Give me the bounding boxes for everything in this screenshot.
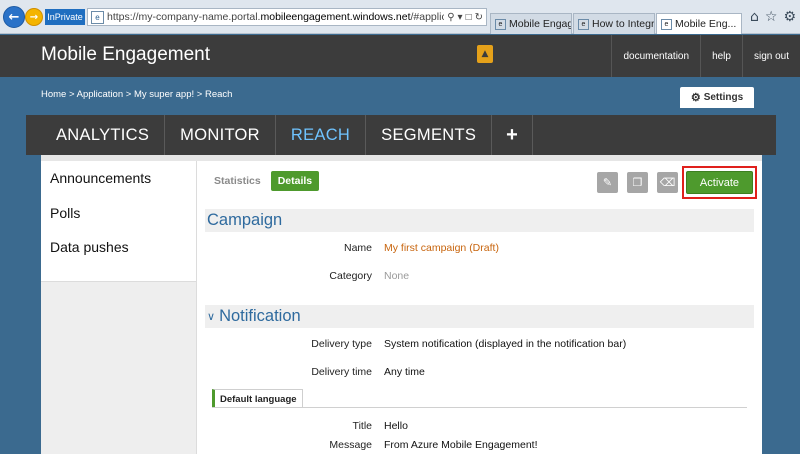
- field-title: Title Hello: [198, 420, 762, 436]
- browser-tab[interactable]: eMobile Engag...: [490, 13, 572, 34]
- sidebar-item-announcements[interactable]: Announcements: [41, 161, 196, 196]
- close-tab-icon[interactable]: ✕: [740, 19, 741, 30]
- tab-details[interactable]: Details: [270, 171, 320, 191]
- sidebar-filler: [41, 282, 197, 454]
- browser-toolbar-icons: ⌂ ☆ ⚙: [750, 9, 796, 25]
- dropdown-icon[interactable]: ▾: [458, 12, 463, 23]
- gear-icon[interactable]: ⚙: [783, 9, 796, 25]
- main-nav: ANALYTICS MONITOR REACH SEGMENTS +: [26, 115, 776, 155]
- notification-section-header[interactable]: ∨ Notification: [205, 305, 754, 328]
- message-value: From Azure Mobile Engagement!: [384, 439, 538, 451]
- gear-icon: ⚙: [690, 92, 701, 104]
- sidebar-item-polls[interactable]: Polls: [41, 196, 196, 231]
- search-icon[interactable]: ⚲: [447, 12, 454, 23]
- refresh-icon[interactable]: ↻: [475, 12, 483, 23]
- forward-button[interactable]: →: [25, 8, 43, 26]
- delivery-time-value: Any time: [384, 366, 425, 378]
- top-links: documentation help sign out: [611, 35, 800, 77]
- tab-default-language[interactable]: Default language: [212, 389, 303, 408]
- category-value: None: [384, 270, 410, 282]
- settings-button[interactable]: ⚙ Settings: [680, 87, 754, 108]
- favorites-star-icon[interactable]: ☆: [765, 9, 778, 25]
- field-delivery-time: Delivery time Any time: [198, 366, 762, 382]
- back-button[interactable]: ←: [3, 6, 25, 28]
- app-logo-icon: ▲: [477, 45, 493, 63]
- tab-favicon-icon: e: [495, 18, 506, 30]
- nav-analytics[interactable]: ANALYTICS: [26, 115, 166, 155]
- edit-button[interactable]: ✎: [597, 172, 618, 193]
- copy-icon: ❐: [632, 176, 643, 189]
- add-nav-button[interactable]: +: [492, 115, 534, 155]
- delivery-type-value: System notification (displayed in the no…: [384, 338, 627, 350]
- browser-tab[interactable]: eHow to Integr...: [573, 13, 655, 34]
- tab-favicon-icon: e: [578, 18, 589, 30]
- pencil-icon: ✎: [602, 176, 613, 189]
- field-label: Delivery time: [311, 366, 372, 378]
- delete-button[interactable]: ⌫: [657, 172, 678, 193]
- inprivate-badge: InPrivate: [45, 9, 85, 25]
- address-bar[interactable]: e https://my-company-name.portal.mobilee…: [87, 8, 487, 26]
- field-message: Message From Azure Mobile Engagement!: [198, 439, 762, 454]
- sign-out-link[interactable]: sign out: [741, 35, 800, 77]
- language-tab-divider: [212, 407, 747, 408]
- activate-button[interactable]: Activate: [686, 171, 753, 194]
- field-category: Category None: [198, 270, 762, 286]
- nav-reach[interactable]: REACH: [276, 115, 367, 155]
- tab-statistics[interactable]: Statistics: [212, 171, 263, 191]
- campaign-details: Statistics Details ✎ ❐ ⌫ Activate Campai…: [198, 161, 762, 454]
- notification-section-title: Notification: [219, 307, 301, 325]
- field-delivery-type: Delivery type System notification (displ…: [198, 338, 762, 354]
- home-icon[interactable]: ⌂: [750, 9, 759, 25]
- campaign-name-value: My first campaign (Draft): [384, 242, 499, 254]
- help-link[interactable]: help: [700, 35, 742, 77]
- browser-tab-active[interactable]: eMobile Eng...✕: [656, 13, 742, 34]
- page-favicon-icon: e: [91, 10, 104, 24]
- campaign-section-title: Campaign: [207, 211, 283, 229]
- app-header: Mobile Engagement ▲ documentation help s…: [0, 35, 800, 77]
- chevron-down-icon: ∨: [207, 311, 216, 323]
- browser-tabs: eMobile Engag... eHow to Integr... eMobi…: [490, 13, 743, 34]
- lock-icon[interactable]: □: [466, 12, 472, 23]
- title-value: Hello: [384, 420, 408, 432]
- url-text: https://my-company-name.portal.mobileeng…: [107, 11, 444, 23]
- field-label: Delivery type: [311, 338, 372, 350]
- subtabs: Statistics Details: [212, 171, 320, 191]
- tab-favicon-icon: e: [661, 18, 672, 30]
- nav-monitor[interactable]: MONITOR: [165, 115, 276, 155]
- duplicate-button[interactable]: ❐: [627, 172, 648, 193]
- breadcrumb[interactable]: Home > Application > My super app! > Rea…: [41, 89, 232, 100]
- field-label: Message: [329, 439, 372, 451]
- field-label: Category: [329, 270, 372, 282]
- documentation-link[interactable]: documentation: [611, 35, 700, 77]
- campaign-section-header: Campaign: [205, 209, 754, 232]
- trash-icon: ⌫: [659, 176, 676, 189]
- field-label: Title: [352, 420, 372, 432]
- browser-chrome: ← → InPrivate e https://my-company-name.…: [0, 0, 800, 34]
- address-tools: ⚲ ▾ □ ↻: [444, 12, 486, 23]
- sidebar-item-data-pushes[interactable]: Data pushes: [41, 230, 196, 265]
- field-name: Name My first campaign (Draft): [198, 242, 762, 258]
- reach-sidebar: Announcements Polls Data pushes: [41, 161, 197, 282]
- app-title: Mobile Engagement: [41, 44, 210, 65]
- field-label: Name: [343, 242, 372, 254]
- nav-segments[interactable]: SEGMENTS: [366, 115, 493, 155]
